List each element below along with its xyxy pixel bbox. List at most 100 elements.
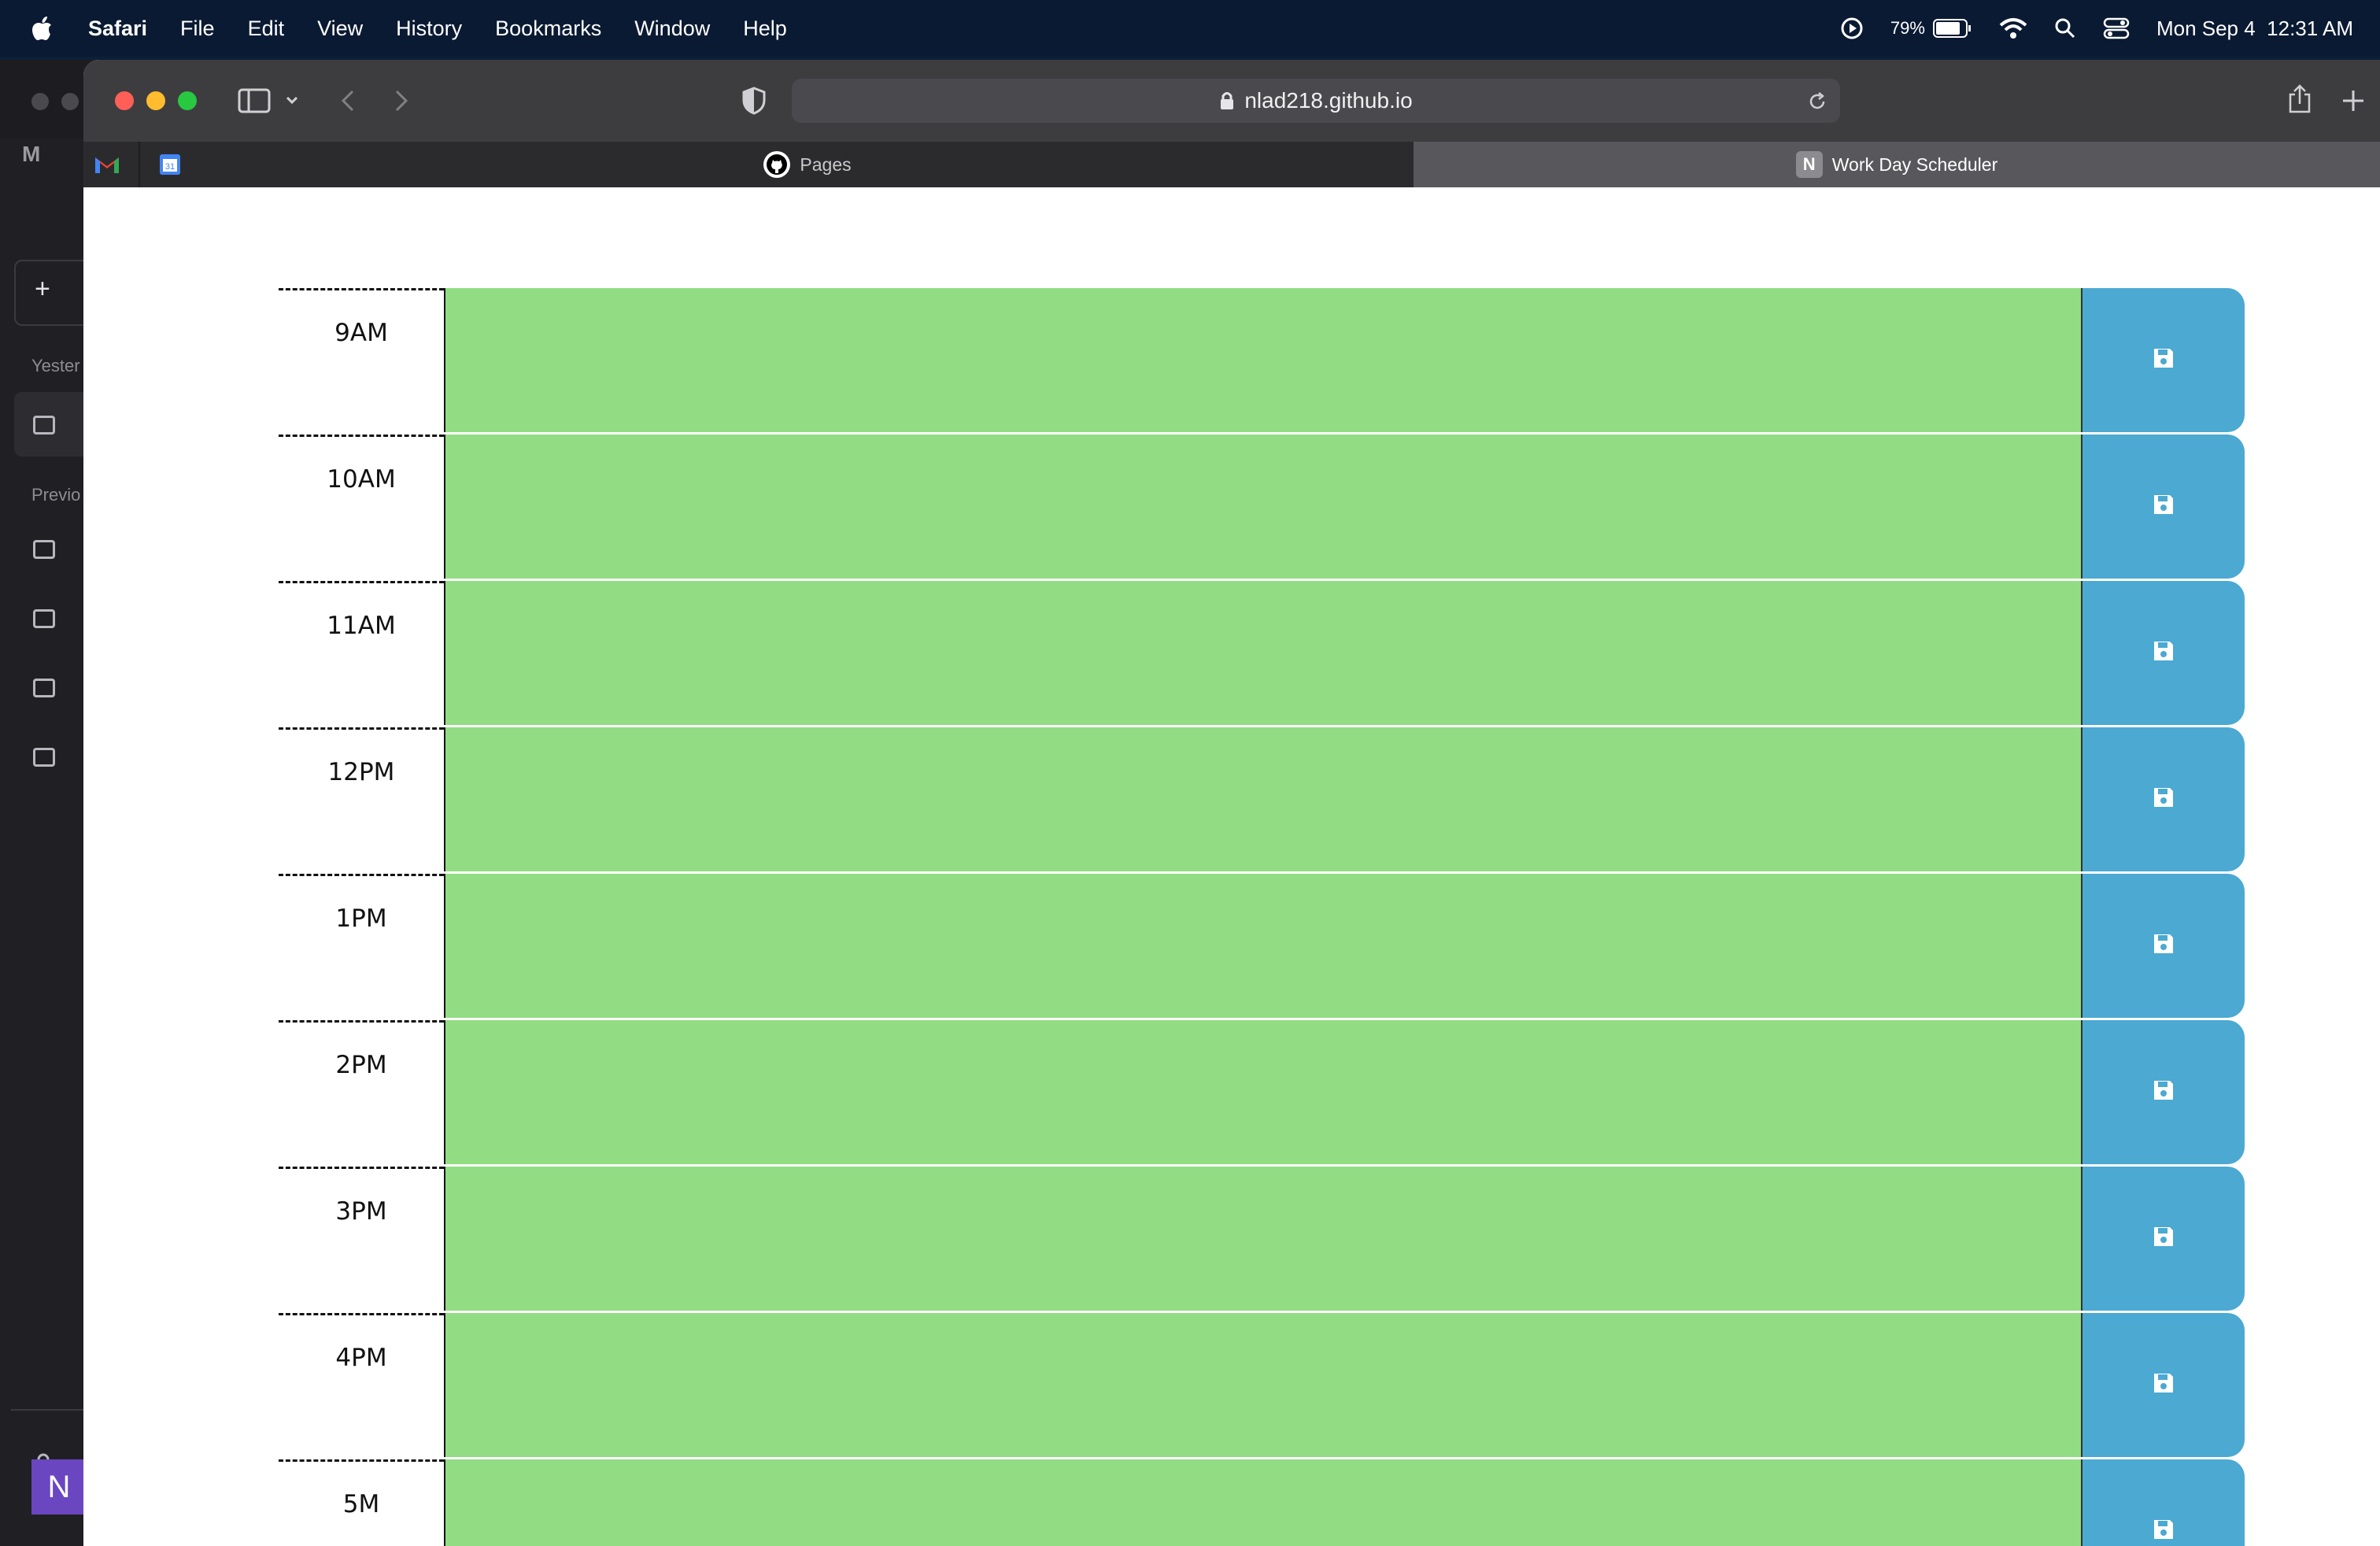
event-description-input[interactable] — [444, 581, 2081, 725]
gmail-icon — [95, 157, 119, 173]
hour-label: 2PM — [279, 1020, 444, 1167]
save-button[interactable] — [2081, 727, 2245, 871]
url-text[interactable]: nlad218.github.io — [1244, 88, 1412, 113]
save-icon — [2152, 639, 2175, 667]
control-center-icon[interactable] — [2103, 17, 2130, 39]
save-button[interactable] — [2081, 435, 2245, 579]
lock-icon — [1221, 92, 1234, 109]
hour-label: 5M — [279, 1459, 444, 1546]
sidebar-section-previous: Previo — [31, 485, 81, 505]
event-description-input[interactable] — [444, 1313, 2081, 1457]
menu-window[interactable]: Window — [634, 17, 710, 41]
notion-icon: N — [1795, 151, 1823, 178]
pinned-tab-calendar[interactable]: 31 — [139, 142, 203, 187]
back-icon[interactable] — [338, 88, 357, 113]
menu-help[interactable]: Help — [743, 17, 787, 41]
hour-label: 9AM — [279, 288, 444, 435]
save-icon — [2152, 932, 2175, 960]
time-block-row: 4PM — [279, 1313, 2325, 1459]
minimize-button[interactable] — [61, 93, 79, 110]
save-icon — [2152, 346, 2175, 374]
time-block-row: 1PM — [279, 874, 2325, 1020]
svg-text:31: 31 — [165, 162, 175, 172]
time-block-row: 9AM — [279, 288, 2325, 435]
chat-bubble-icon[interactable] — [33, 540, 55, 559]
time-block-row: 10AM — [279, 435, 2325, 581]
save-button[interactable] — [2081, 581, 2245, 725]
minimize-button[interactable] — [146, 91, 165, 110]
hour-label: 12PM — [279, 727, 444, 874]
share-icon[interactable] — [2287, 83, 2312, 115]
menu-bookmarks[interactable]: Bookmarks — [495, 17, 601, 41]
battery-icon[interactable] — [1932, 18, 1972, 39]
chat-bubble-icon[interactable] — [33, 679, 55, 697]
time-block-row: 3PM — [279, 1167, 2325, 1313]
safari-window: nlad218.github.io 31 Pages N Work Day Sc… — [83, 60, 2380, 1546]
address-bar[interactable]: nlad218.github.io — [792, 79, 1840, 123]
event-description-input[interactable] — [444, 874, 2081, 1018]
tab-label: Work Day Scheduler — [1831, 153, 1998, 175]
save-icon — [2152, 786, 2175, 813]
sidebar-section-yesterday: Yester — [31, 356, 80, 375]
chat-bubble-icon[interactable] — [33, 609, 55, 628]
save-button[interactable] — [2081, 1313, 2245, 1457]
hour-label: 1PM — [279, 874, 444, 1020]
save-icon — [2152, 493, 2175, 520]
event-description-input[interactable] — [444, 1020, 2081, 1164]
time-block-row: 2PM — [279, 1020, 2325, 1167]
sidebar-toggle-icon[interactable] — [238, 88, 271, 113]
event-description-input[interactable] — [444, 727, 2081, 871]
tab-bar: 31 Pages N Work Day Scheduler — [83, 142, 2380, 187]
event-description-input[interactable] — [444, 435, 2081, 579]
battery-percent: 79% — [1890, 18, 1925, 38]
macos-menu-bar: Safari File Edit View History Bookmarks … — [0, 0, 2380, 57]
menu-edit[interactable]: Edit — [248, 17, 285, 41]
event-description-input[interactable] — [444, 1167, 2081, 1311]
save-icon — [2152, 1371, 2175, 1399]
page-content: 9AM 10AM 11AM 12PM 1PM 2PM 3PM 4PM 5M — [83, 187, 2380, 1546]
close-button[interactable] — [115, 91, 134, 110]
zoom-button[interactable] — [178, 91, 197, 110]
menu-history[interactable]: History — [396, 17, 462, 41]
tab-label: Pages — [800, 153, 852, 175]
hour-label: 4PM — [279, 1313, 444, 1459]
save-button[interactable] — [2081, 874, 2245, 1018]
new-tab-icon[interactable] — [2341, 88, 2366, 113]
calendar-icon: 31 — [160, 154, 180, 175]
save-button[interactable] — [2081, 1459, 2245, 1546]
chevron-down-icon[interactable] — [285, 94, 299, 105]
event-description-input[interactable] — [444, 1459, 2081, 1546]
search-icon[interactable] — [2054, 17, 2076, 39]
safari-toolbar: nlad218.github.io — [83, 60, 2380, 142]
gmail-tab-icon[interactable]: M — [22, 142, 40, 167]
wifi-icon[interactable] — [1999, 17, 2027, 39]
save-icon — [2152, 1078, 2175, 1106]
save-button[interactable] — [2081, 1167, 2245, 1311]
menu-view[interactable]: View — [317, 17, 363, 41]
reload-icon[interactable] — [1807, 91, 1828, 112]
privacy-shield-icon[interactable] — [741, 87, 767, 115]
hour-label: 3PM — [279, 1167, 444, 1313]
save-button[interactable] — [2081, 288, 2245, 432]
chat-bubble-icon[interactable] — [33, 748, 55, 767]
time-block-row: 5M — [279, 1459, 2325, 1546]
chat-bubble-icon — [33, 416, 55, 435]
close-button[interactable] — [31, 93, 49, 110]
save-button[interactable] — [2081, 1020, 2245, 1164]
time-block-row: 12PM — [279, 727, 2325, 874]
tab-pages[interactable]: Pages — [201, 142, 1415, 187]
pinned-tab-gmail[interactable] — [83, 142, 140, 187]
avatar[interactable]: N — [31, 1459, 87, 1515]
hour-label: 11AM — [279, 581, 444, 727]
hour-label: 10AM — [279, 435, 444, 581]
apple-logo-icon[interactable] — [30, 14, 54, 43]
github-icon — [763, 151, 791, 178]
tab-work-day-scheduler[interactable]: N Work Day Scheduler — [1414, 142, 2380, 187]
menu-file[interactable]: File — [180, 17, 215, 41]
menu-bar-clock[interactable]: Mon Sep 4 12:31 AM — [2156, 17, 2353, 41]
menu-app-name[interactable]: Safari — [88, 17, 147, 41]
time-block-row: 11AM — [279, 581, 2325, 727]
forward-icon[interactable] — [392, 88, 411, 113]
play-circle-icon[interactable] — [1840, 17, 1864, 40]
event-description-input[interactable] — [444, 288, 2081, 432]
